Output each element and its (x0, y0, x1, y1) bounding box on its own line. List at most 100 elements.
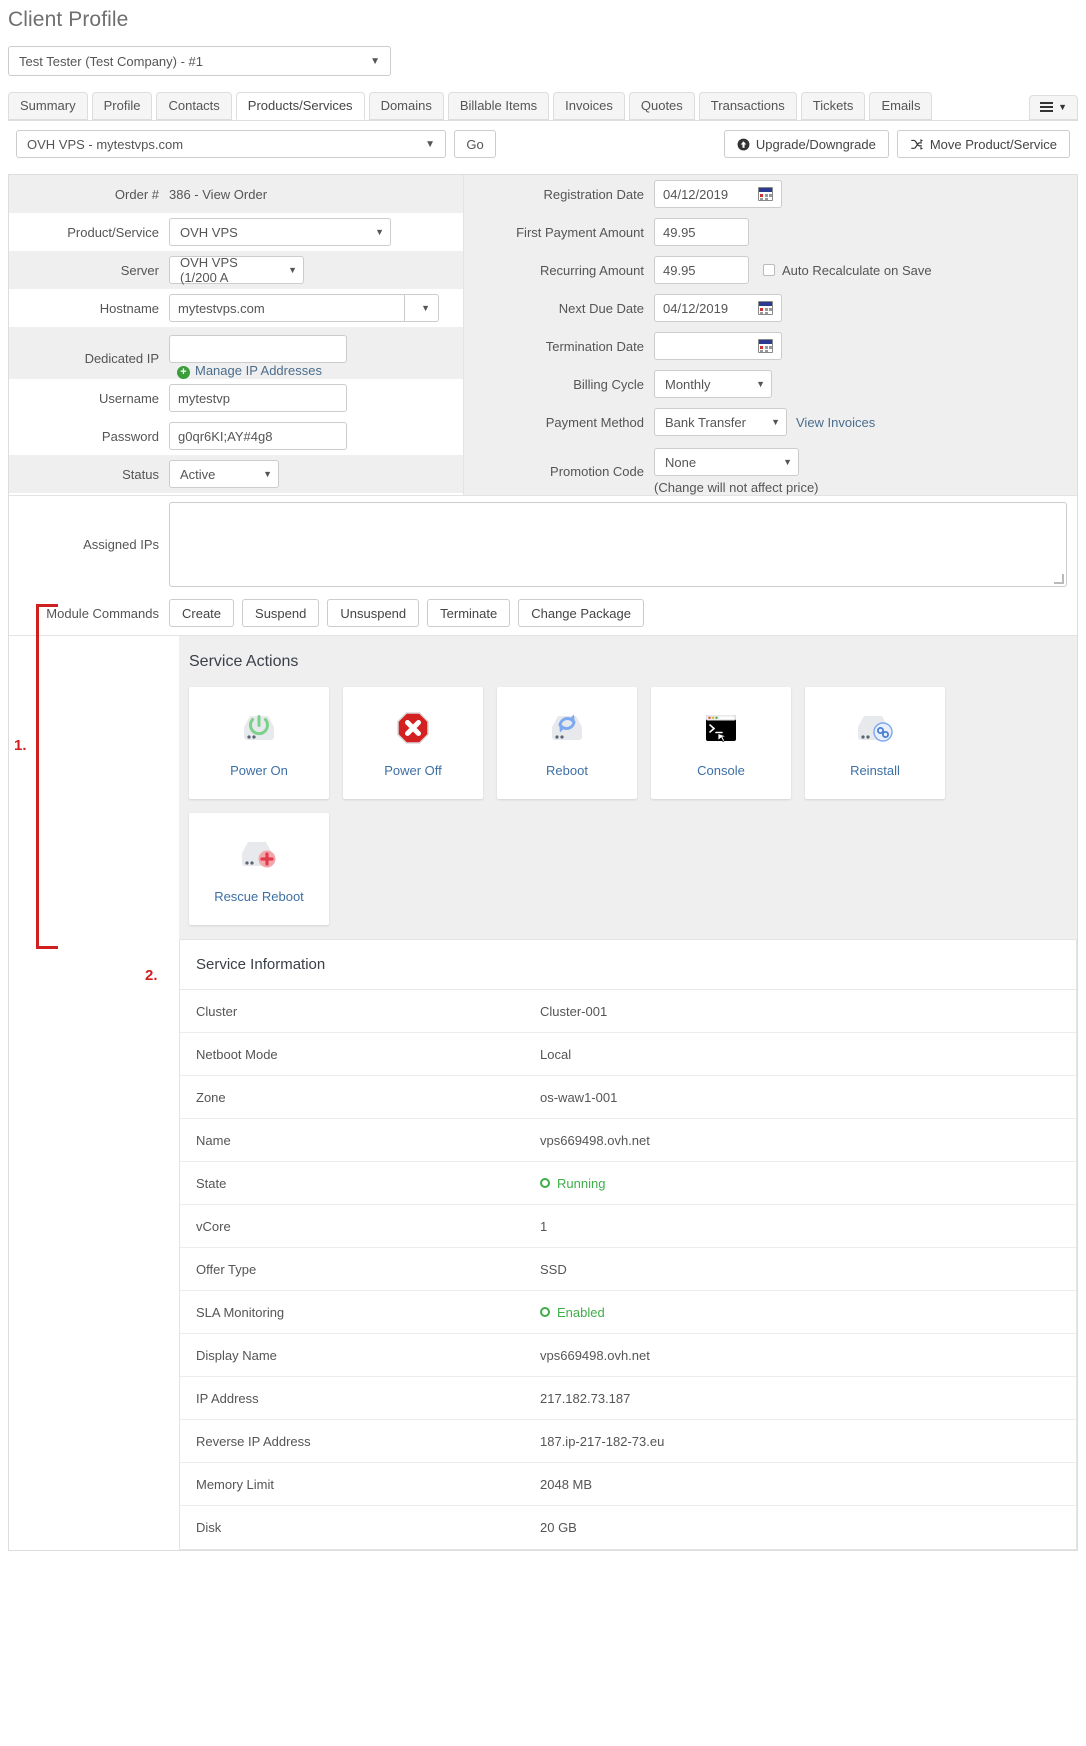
field-label: Termination Date (545, 338, 644, 354)
select-server[interactable]: OVH VPS (1/200 A ▼ (169, 255, 304, 285)
order-number-link[interactable]: 386 - View Order (169, 187, 267, 202)
field-input-value: 49.95 (663, 262, 696, 278)
service-action-power-on[interactable]: Power On (189, 687, 329, 799)
promotion-code-select[interactable]: None ▼ (654, 448, 799, 476)
view-invoices-link[interactable]: View Invoices (796, 415, 875, 430)
upgrade-downgrade-button[interactable]: Upgrade/Downgrade (723, 130, 889, 158)
field-value: mytestvps.com ▼ (169, 294, 463, 322)
hostname-input[interactable]: mytestvps.com (169, 294, 405, 322)
service-info-key: Name (196, 1132, 231, 1148)
select-product-service[interactable]: OVH VPS ▼ (169, 218, 391, 246)
select-status[interactable]: Active ▼ (169, 460, 279, 488)
field-value: Bank Transfer ▼ View Invoices (654, 408, 1077, 436)
tab-contacts[interactable]: Contacts (156, 92, 232, 120)
field-row-hostname: Hostname mytestvps.com ▼ (9, 289, 463, 327)
service-info-value: Cluster-001 (540, 1003, 608, 1019)
module-command-unsuspend[interactable]: Unsuspend (327, 599, 420, 627)
service-action-power-off[interactable]: Power Off (343, 687, 483, 799)
module-command-terminate[interactable]: Terminate (427, 599, 511, 627)
service-information-card: Service Information Cluster Cluster-001 Ne… (179, 939, 1077, 1550)
payment-method-select[interactable]: Bank Transfer ▼ (654, 408, 787, 436)
product-select[interactable]: OVH VPS - mytestvps.com ▼ (16, 130, 446, 158)
input-first-payment-amount[interactable]: 49.95 (654, 218, 749, 246)
client-selector-value: Test Tester (Test Company) - #1 (19, 53, 203, 69)
field-row-username: Username mytestvp (9, 379, 463, 417)
field-value: + Manage IP Addresses (169, 335, 469, 379)
chevron-down-icon: ▼ (263, 469, 272, 479)
chevron-down-icon: ▼ (1058, 102, 1067, 112)
field-row-dedicated-ip: Dedicated IP + Manage IP Addresses (9, 327, 463, 379)
tab-tickets[interactable]: Tickets (800, 92, 866, 120)
module-command-create[interactable]: Create (169, 599, 235, 627)
service-info-row: SLA Monitoring Enabled (180, 1291, 1076, 1334)
select-billing-cycle[interactable]: Monthly ▼ (654, 370, 772, 398)
manage-ip-addresses-link[interactable]: + Manage IP Addresses (177, 363, 322, 379)
service-info-key: Netboot Mode (196, 1046, 278, 1062)
field-row-billing-cycle: Billing Cycle Monthly ▼ (464, 365, 1077, 403)
input-username[interactable]: mytestvp (169, 384, 347, 412)
tab-invoices[interactable]: Invoices (553, 92, 625, 120)
tab-transactions[interactable]: Transactions (698, 92, 797, 120)
field-select-value: Active (180, 466, 216, 482)
auto-recalculate-checkbox[interactable] (763, 264, 775, 276)
field-select-value: Monthly (665, 376, 711, 392)
field-value: Monthly ▼ (654, 370, 1077, 398)
service-info-value: vps669498.ovh.net (540, 1132, 650, 1148)
input-password[interactable]: g0qr6KI;AY#4g8 (169, 422, 347, 450)
service-info-key: SLA Monitoring (196, 1304, 285, 1320)
field-row-termination-date: Termination Date (464, 327, 1077, 365)
hostname-dropdown-button[interactable]: ▼ (405, 294, 439, 322)
service-information-title: Service Information (180, 940, 1076, 990)
assigned-ips-textarea[interactable] (169, 502, 1067, 587)
service-action-console[interactable]: Console (651, 687, 791, 799)
auto-recalculate-checkbox-wrap[interactable]: Auto Recalculate on Save (763, 263, 932, 278)
chevron-down-icon: ▼ (288, 265, 297, 275)
calendar-icon[interactable] (758, 187, 773, 201)
chevron-down-icon: ▼ (375, 227, 384, 237)
field-value: None ▼ (Change will not affect price) (654, 448, 1077, 495)
field-label: Hostname (99, 300, 159, 316)
tab-products-services[interactable]: Products/Services (235, 92, 365, 120)
arrow-up-circle-icon (737, 138, 750, 150)
tab-profile[interactable]: Profile (91, 92, 153, 120)
module-command-suspend[interactable]: Suspend (242, 599, 320, 627)
date-input-termination-date[interactable] (654, 332, 782, 360)
field-row-order-: Order # 386 - View Order (9, 175, 463, 213)
module-command-change-package[interactable]: Change Package (518, 599, 644, 627)
calendar-icon[interactable] (758, 301, 773, 315)
service-action-label: Power Off (384, 763, 442, 778)
tab-quotes[interactable]: Quotes (628, 92, 695, 120)
date-input-registration-date[interactable]: 04/12/2019 (654, 180, 782, 208)
tab-domains[interactable]: Domains (368, 92, 444, 120)
dedicated-ip-input[interactable] (169, 335, 347, 363)
service-action-reinstall[interactable]: Reinstall (805, 687, 945, 799)
recurring-amount-input[interactable]: 49.95 (654, 256, 749, 284)
field-input-value: 49.95 (663, 224, 696, 240)
move-product-service-button[interactable]: Move Product/Service (896, 130, 1070, 158)
view-options-menu-button[interactable]: ▼ (1029, 95, 1078, 120)
plus-circle-icon: + (177, 366, 190, 379)
chevron-down-icon: ▼ (370, 55, 380, 67)
service-info-row: Name vps669498.ovh.net (180, 1119, 1076, 1162)
annotation-label-1: 1. (14, 737, 27, 754)
page-title: Client Profile (8, 8, 129, 31)
service-actions-section: Service Actions Power On Power Off Reboot C… (179, 636, 1077, 939)
service-action-reboot[interactable]: Reboot (497, 687, 637, 799)
service-action-rescue-reboot[interactable]: Rescue Reboot (189, 813, 329, 925)
product-form: Order # 386 - View Order Product/Service OV… (9, 175, 1077, 496)
tab-billable-items[interactable]: Billable Items (447, 92, 550, 120)
calendar-icon[interactable] (758, 339, 773, 353)
promotion-code-wrap: None ▼ (Change will not affect price) (654, 448, 819, 495)
go-button[interactable]: Go (454, 130, 496, 158)
field-value (654, 332, 1077, 360)
service-info-key: Offer Type (196, 1261, 257, 1277)
client-selector[interactable]: Test Tester (Test Company) - #1 ▼ (8, 46, 391, 76)
tab-summary[interactable]: Summary (8, 92, 88, 120)
date-input-next-due-date[interactable]: 04/12/2019 (654, 294, 782, 322)
tab-emails[interactable]: Emails (869, 92, 933, 120)
shuffle-icon (911, 138, 923, 150)
field-label: Registration Date (543, 186, 644, 202)
service-action-label: Rescue Reboot (214, 889, 304, 904)
move-product-service-label: Move Product/Service (929, 136, 1057, 152)
service-info-value: Enabled (540, 1305, 605, 1320)
